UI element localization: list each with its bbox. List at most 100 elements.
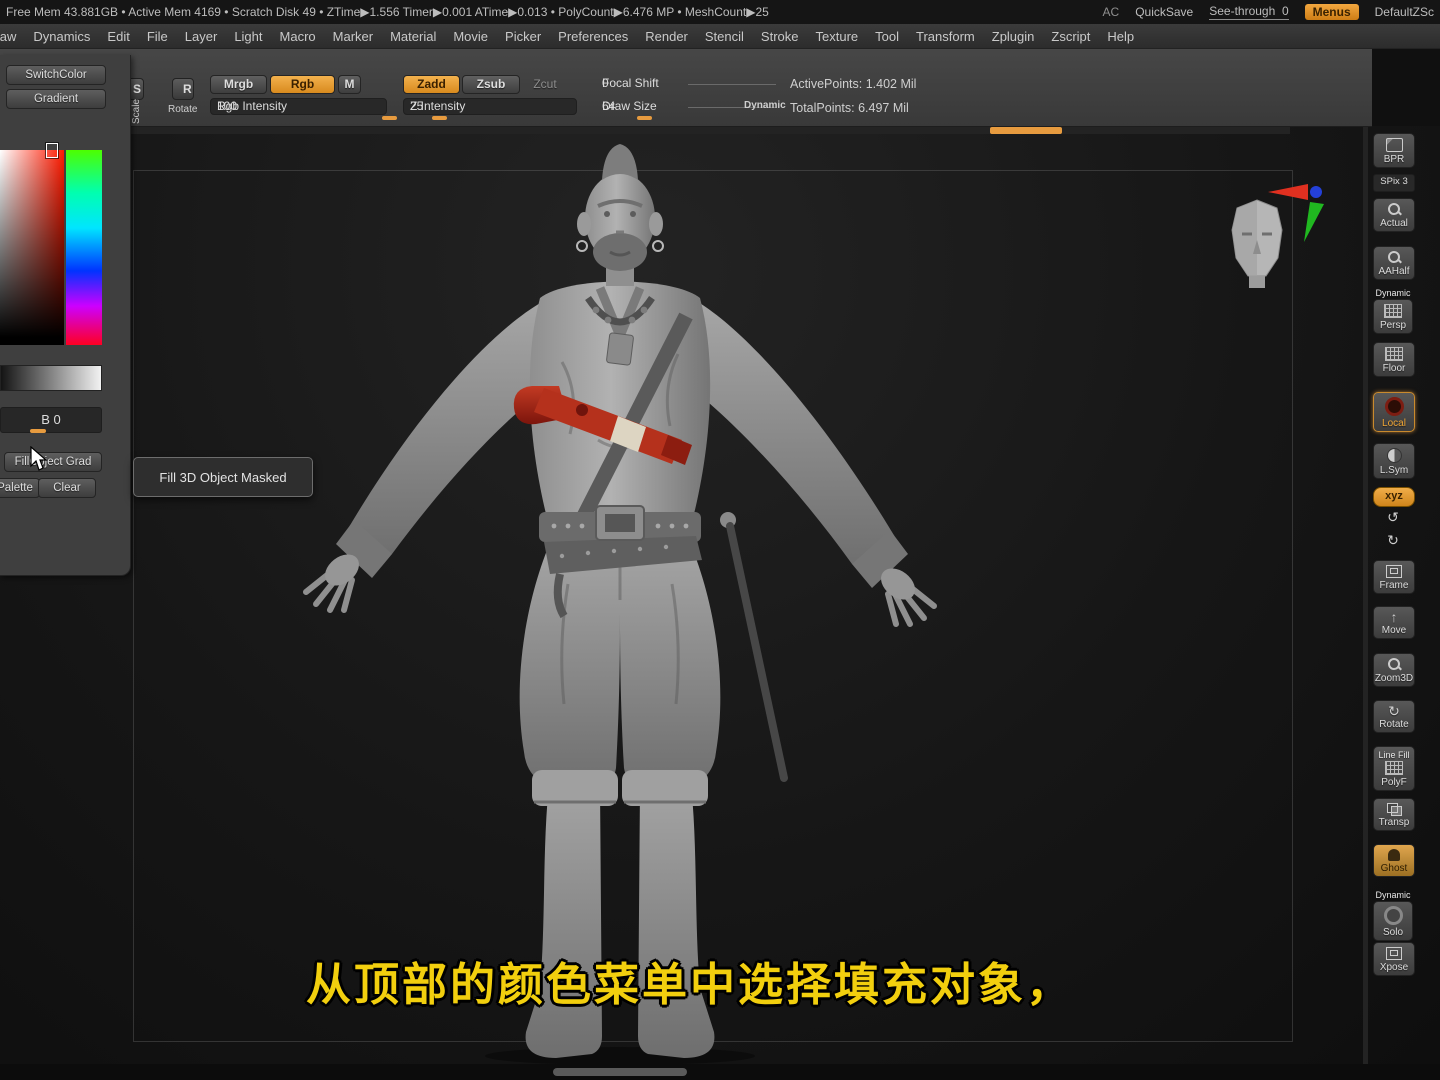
gradient-button[interactable]: Gradient <box>6 89 106 109</box>
quicksave-button[interactable]: QuickSave <box>1135 5 1193 19</box>
character-model[interactable] <box>130 140 1370 1064</box>
polyframe-grid-icon <box>1385 761 1403 775</box>
floor-grid-icon <box>1385 347 1403 361</box>
menu-tool[interactable]: Tool <box>875 29 899 44</box>
grayscale-bar[interactable] <box>0 365 102 391</box>
solo-group: Dynamic Solo <box>1373 890 1413 941</box>
total-points: TotalPoints: 6.497 Mil <box>790 101 909 115</box>
m-button[interactable]: M <box>338 75 361 94</box>
z-intensity-marker <box>432 116 447 120</box>
viewport[interactable] <box>0 126 1440 1064</box>
bottom-scroll-thumb[interactable] <box>553 1068 687 1076</box>
scale-mode-label: Scale <box>131 98 142 124</box>
menu-file[interactable]: File <box>147 29 168 44</box>
dynamic-label[interactable]: Dynamic <box>744 100 786 111</box>
top-scroll-thumb[interactable] <box>990 127 1062 134</box>
render-icon <box>1385 138 1403 152</box>
spix-slider[interactable]: SPix 3 <box>1373 174 1415 192</box>
menu-draw[interactable]: Draw <box>0 29 16 44</box>
menu-movie[interactable]: Movie <box>453 29 488 44</box>
transparency-icon <box>1387 803 1402 816</box>
zoom3d-button[interactable]: Zoom3D <box>1373 653 1415 687</box>
right-shelf: BPR SPix 3 Actual AAHalf Dynamic Persp F… <box>1370 126 1418 1080</box>
z-intensity-slider[interactable]: Z Intensity 25 <box>403 98 577 115</box>
transp-button[interactable]: Transp <box>1373 798 1415 831</box>
rotate-ccw-icon: ↺ <box>1387 509 1399 525</box>
menu-bar: Draw Dynamics Edit File Layer Light Macr… <box>0 24 1440 49</box>
local-button[interactable]: Local <box>1373 392 1415 432</box>
menu-edit[interactable]: Edit <box>107 29 129 44</box>
magnifier-icon <box>1387 203 1401 216</box>
move-button[interactable]: ↑ Move <box>1373 606 1415 639</box>
menu-zplugin[interactable]: Zplugin <box>992 29 1035 44</box>
menu-transform[interactable]: Transform <box>916 29 975 44</box>
zcut-button[interactable]: Zcut <box>524 75 566 94</box>
ghost-button[interactable]: Ghost <box>1373 844 1415 877</box>
menu-render[interactable]: Render <box>645 29 688 44</box>
zadd-button[interactable]: Zadd <box>403 75 460 94</box>
rgb-intensity-slider[interactable]: Rgb Intensity 100 <box>210 98 387 115</box>
brightness-marker <box>30 429 46 433</box>
menu-stencil[interactable]: Stencil <box>705 29 744 44</box>
perspective-grid-icon <box>1384 304 1402 318</box>
menu-layer[interactable]: Layer <box>185 29 218 44</box>
spin-cw-button[interactable]: ↻ <box>1373 533 1413 548</box>
color-picker-marker <box>45 142 59 159</box>
bpr-button[interactable]: BPR <box>1373 133 1415 168</box>
switchcolor-button[interactable]: SwitchColor <box>6 65 106 85</box>
menu-marker[interactable]: Marker <box>333 29 373 44</box>
menu-material[interactable]: Material <box>390 29 436 44</box>
top-shelf: S Scale R Rotate Mrgb Rgb M Rgb Intensit… <box>0 48 1372 127</box>
xpose-icon <box>1386 947 1402 960</box>
menu-help[interactable]: Help <box>1107 29 1134 44</box>
spin-ccw-button[interactable]: ↺ <box>1373 510 1413 525</box>
menu-macro[interactable]: Macro <box>280 29 316 44</box>
mrgb-button[interactable]: Mrgb <box>210 75 267 94</box>
seethrough-slider[interactable]: See-through 0 <box>1209 4 1289 20</box>
color-picker-square[interactable] <box>0 150 64 345</box>
menu-picker[interactable]: Picker <box>505 29 541 44</box>
polyf-button[interactable]: Line Fill PolyF <box>1373 746 1415 791</box>
brightness-slider[interactable]: B 0 <box>0 407 102 433</box>
menu-stroke[interactable]: Stroke <box>761 29 799 44</box>
aahalf-button[interactable]: AAHalf <box>1373 246 1415 280</box>
symmetry-icon <box>1386 448 1402 463</box>
lsym-button[interactable]: L.Sym <box>1373 443 1415 479</box>
local-pivot-icon <box>1384 397 1404 416</box>
status-bar: Free Mem 43.881GB • Active Mem 4169 • Sc… <box>0 0 1440 24</box>
clear-button[interactable]: Clear <box>38 478 96 498</box>
rotate-mode-button[interactable]: R <box>172 78 194 100</box>
menu-preferences[interactable]: Preferences <box>558 29 628 44</box>
tooltip: Fill 3D Object Masked <box>133 457 313 497</box>
rotate-view-button[interactable]: ↻ Rotate <box>1373 700 1415 733</box>
hue-strip[interactable] <box>66 150 102 345</box>
rgb-button[interactable]: Rgb <box>270 75 335 94</box>
persp-button[interactable]: Persp <box>1373 299 1413 334</box>
subtitle-text: 从顶部的颜色菜单中选择填充对象， <box>305 959 1074 1010</box>
xyz-toggle[interactable]: xyz <box>1373 487 1415 507</box>
rgb-intensity-marker <box>382 116 397 120</box>
frame-button[interactable]: Frame <box>1373 560 1415 594</box>
rotate-mode-label: Rotate <box>168 104 198 115</box>
magnifier-icon <box>1387 251 1401 264</box>
menu-light[interactable]: Light <box>234 29 262 44</box>
config-label[interactable]: DefaultZSc <box>1375 5 1434 19</box>
focal-shift-slider[interactable]: Focal Shift 0 <box>595 75 781 92</box>
fillobject-button[interactable]: FillObject Grad <box>4 452 102 472</box>
solo-button[interactable]: Solo <box>1373 901 1413 941</box>
floor-button[interactable]: Floor <box>1373 342 1415 377</box>
palette-button[interactable]: Palette <box>0 478 40 498</box>
zsub-button[interactable]: Zsub <box>462 75 520 94</box>
solo-icon <box>1383 906 1403 925</box>
ac-label: AC <box>1102 5 1120 19</box>
menus-button[interactable]: Menus <box>1304 4 1359 20</box>
active-points: ActivePoints: 1.402 Mil <box>790 77 917 91</box>
axis-indicator[interactable] <box>1266 176 1330 246</box>
color-panel: SwitchColor Gradient B 0 FillObject Grad… <box>0 55 131 576</box>
menu-dynamics[interactable]: Dynamics <box>33 29 90 44</box>
zbrush-window: Free Mem 43.881GB • Active Mem 4169 • Sc… <box>0 0 1440 1080</box>
move-arrow-icon: ↑ <box>1390 609 1398 625</box>
menu-texture[interactable]: Texture <box>816 29 859 44</box>
actual-button[interactable]: Actual <box>1373 198 1415 232</box>
menu-zscript[interactable]: Zscript <box>1051 29 1090 44</box>
